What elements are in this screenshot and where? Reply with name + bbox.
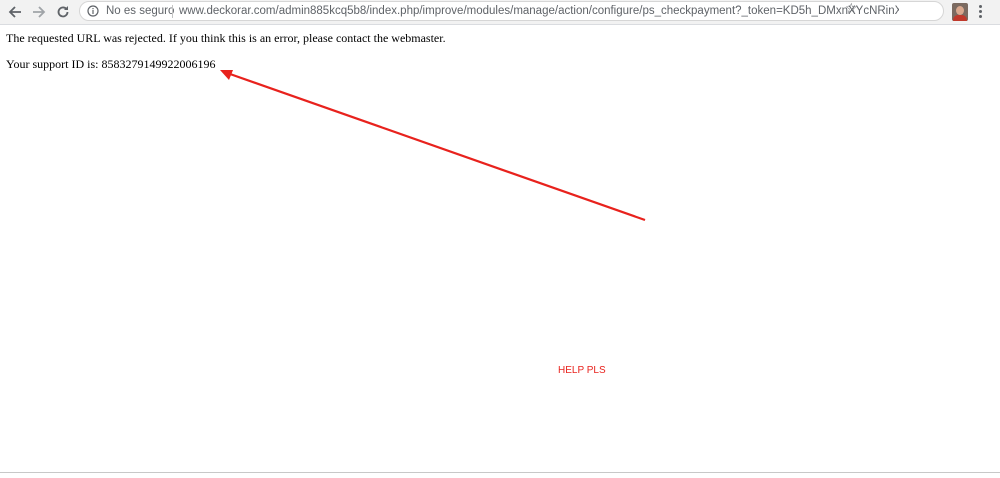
browser-toolbar: No es seguro www.deckorar.com/admin885kc… [0,0,1000,25]
support-id: Your support ID is: 8583279149922006196 [6,57,216,71]
back-arrow-icon [8,6,21,18]
menu-icon[interactable] [979,5,983,19]
info-icon[interactable] [87,5,99,17]
security-label[interactable]: No es seguro [106,5,174,17]
star-icon[interactable]: ☆ [845,1,858,17]
reload-button[interactable] [53,2,73,22]
divider [0,472,1000,473]
reload-icon [57,6,69,18]
avatar[interactable] [952,3,968,21]
address-bar[interactable]: No es seguro www.deckorar.com/admin885kc… [79,1,944,21]
address-separator [172,5,173,18]
rejection-message: The requested URL was rejected. If you t… [6,31,446,45]
help-annotation: HELP PLS [558,365,606,376]
forward-button[interactable] [29,2,49,22]
url-text[interactable]: www.deckorar.com/admin885kcq5b8/index.ph… [179,5,899,17]
back-button[interactable] [5,2,25,22]
forward-arrow-icon [33,6,46,18]
